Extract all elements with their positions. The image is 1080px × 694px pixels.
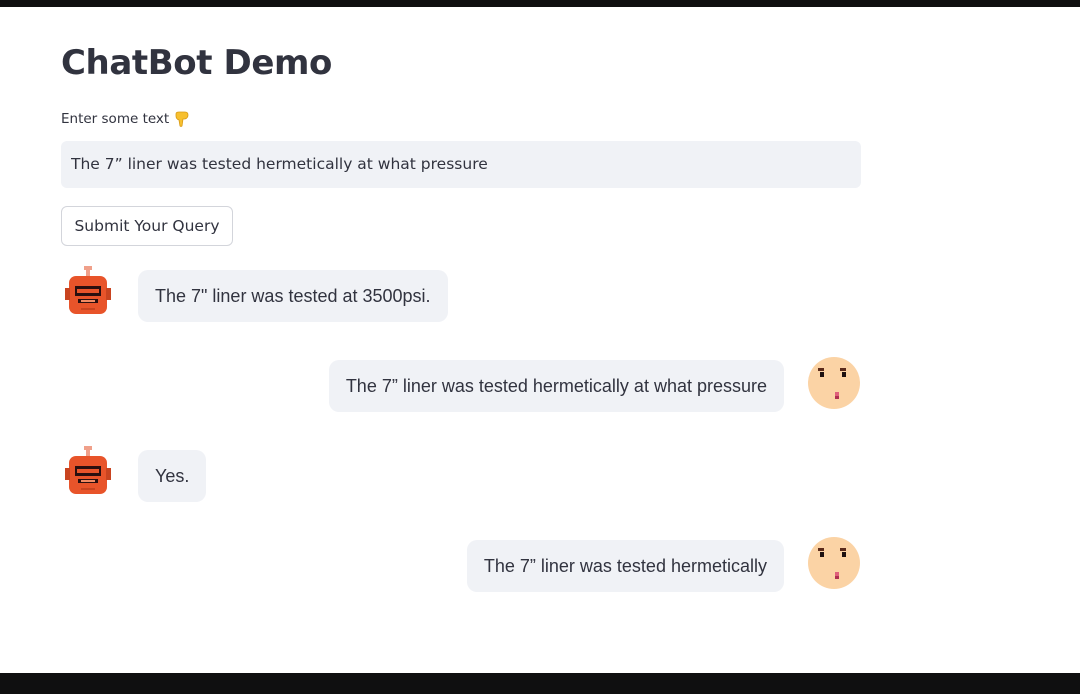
chat-bubble-bot: The 7" liner was tested at 3500psi. bbox=[138, 270, 448, 322]
chat-bubble-user: The 7” liner was tested hermetically at … bbox=[328, 360, 784, 412]
chat-bubble-bot: Yes. bbox=[138, 450, 207, 502]
chat-message-user: The 7” liner was tested hermetically bbox=[61, 536, 861, 592]
app-container: ChatBot Demo Enter some text Submit Your… bbox=[0, 7, 1080, 673]
face-avatar-icon bbox=[808, 537, 860, 589]
input-label-text: Enter some text bbox=[61, 111, 170, 127]
robot-avatar-icon bbox=[65, 446, 111, 494]
window-top-bar bbox=[0, 0, 1080, 7]
page-title: ChatBot Demo bbox=[61, 43, 332, 83]
chat-message-bot: The 7" liner was tested at 3500psi. bbox=[61, 266, 861, 322]
robot-avatar-icon bbox=[65, 266, 111, 314]
submit-query-button[interactable]: Submit Your Query bbox=[61, 206, 233, 246]
backhand-index-pointing-down-icon bbox=[175, 111, 189, 127]
chat-bubble-user: The 7” liner was tested hermetically bbox=[466, 540, 784, 592]
window-bottom-bar bbox=[0, 673, 1080, 694]
chat-message-bot: Yes. bbox=[61, 446, 861, 502]
face-avatar-icon bbox=[808, 357, 860, 409]
input-label: Enter some text bbox=[61, 111, 189, 127]
query-input[interactable] bbox=[61, 141, 861, 188]
chat-message-user: The 7” liner was tested hermetically at … bbox=[61, 356, 861, 412]
